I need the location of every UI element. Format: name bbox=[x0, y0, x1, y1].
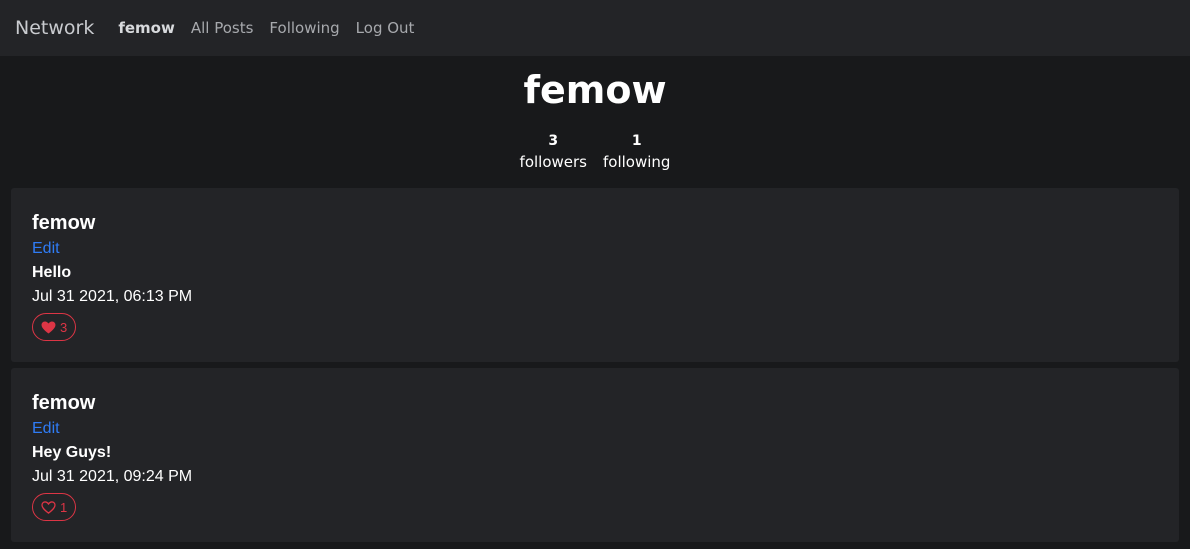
post-author[interactable]: femow bbox=[32, 210, 1158, 236]
followers-count: 3 bbox=[548, 133, 559, 149]
heart-filled-icon bbox=[41, 320, 56, 334]
edit-link[interactable]: Edit bbox=[32, 236, 1158, 262]
following-label[interactable]: following bbox=[603, 150, 670, 174]
like-count: 1 bbox=[60, 499, 68, 515]
like-button[interactable]: 1 bbox=[32, 493, 77, 521]
followers-label[interactable]: followers bbox=[520, 150, 587, 174]
post-author[interactable]: femow bbox=[32, 390, 1158, 416]
post-card: femow Edit Hey Guys! Jul 31 2021, 09:24 … bbox=[11, 368, 1179, 542]
following-count: 1 bbox=[631, 133, 642, 149]
heart-outline-icon bbox=[41, 500, 56, 514]
nav-link-following[interactable]: Following bbox=[269, 19, 339, 37]
profile-stats: 3 followers 1 following bbox=[0, 132, 1190, 174]
like-count: 3 bbox=[60, 319, 68, 335]
nav-link-all-posts[interactable]: All Posts bbox=[191, 19, 254, 37]
post-timestamp: Jul 31 2021, 06:13 PM bbox=[32, 288, 193, 305]
profile-header: femow 3 followers 1 following bbox=[0, 56, 1190, 188]
nav-link-profile[interactable]: femow bbox=[118, 19, 175, 37]
post-content: Hello bbox=[32, 264, 72, 281]
navbar: Network femow All Posts Following Log Ou… bbox=[0, 0, 1190, 56]
post-content: Hey Guys! bbox=[32, 444, 112, 461]
profile-username: femow bbox=[523, 68, 667, 112]
post-card: femow Edit Hello Jul 31 2021, 06:13 PM 3 bbox=[11, 188, 1179, 362]
following-stat[interactable]: 1 following bbox=[603, 132, 670, 174]
nav-link-log-out[interactable]: Log Out bbox=[356, 19, 415, 37]
edit-link[interactable]: Edit bbox=[32, 416, 1158, 442]
post-timestamp: Jul 31 2021, 09:24 PM bbox=[32, 468, 193, 485]
brand-link[interactable]: Network bbox=[15, 17, 94, 39]
followers-stat[interactable]: 3 followers bbox=[520, 132, 587, 174]
like-button[interactable]: 3 bbox=[32, 313, 77, 341]
